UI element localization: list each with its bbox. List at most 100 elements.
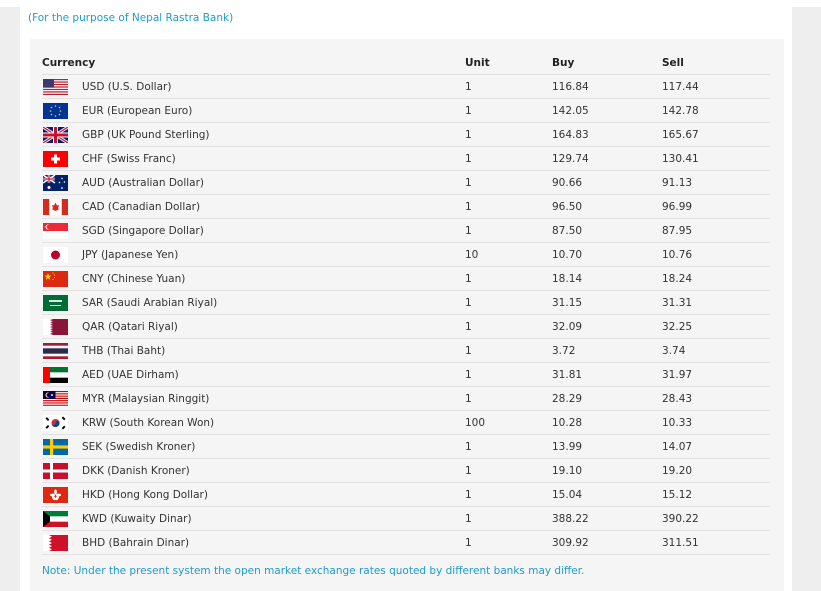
unit-cell: 1 (465, 434, 552, 459)
buy-rate-cell: 309.92 (552, 530, 662, 555)
currency-name: AED (UAE Dirham) (82, 368, 179, 381)
table-row: CHF (Swiss Franc) 1 129.74 130.41 (42, 146, 770, 171)
unit-cell: 1 (465, 194, 552, 219)
currency-name: GBP (UK Pound Sterling) (82, 128, 210, 141)
table-header-row: Currency Unit Buy Sell (42, 52, 770, 75)
table-row: CNY (Chinese Yuan) 1 18.14 18.24 (42, 266, 770, 291)
currency-name: USD (U.S. Dollar) (82, 80, 172, 93)
currency-name: SGD (Singapore Dollar) (82, 224, 204, 237)
buy-rate-cell: 96.50 (552, 194, 662, 219)
table-row: AUD (Australian Dollar) 1 90.66 91.13 (42, 170, 770, 195)
sell-rate-cell: 19.20 (662, 458, 770, 483)
buy-rate-cell: 32.09 (552, 314, 662, 339)
kw-flag-icon (43, 510, 68, 527)
currency-name: CAD (Canadian Dollar) (82, 200, 201, 213)
ae-flag-icon (43, 366, 68, 383)
currency-cell: AED (UAE Dirham) (42, 362, 465, 387)
unit-cell: 1 (465, 362, 552, 387)
buy-rate-cell: 116.84 (552, 74, 662, 99)
hk-flag-icon (43, 486, 68, 503)
currency-cell: DKK (Danish Kroner) (42, 458, 465, 483)
table-row: EUR (European Euro) 1 142.05 142.78 (42, 98, 770, 123)
buy-rate-cell: 19.10 (552, 458, 662, 483)
currency-name: QAR (Qatari Riyal) (82, 320, 178, 333)
currency-name: HKD (Hong Kong Dollar) (82, 488, 208, 501)
currency-name: CHF (Swiss Franc) (82, 152, 176, 165)
purpose-caption: (For the purpose of Nepal Rastra Bank) (28, 12, 234, 24)
currency-name: SAR (Saudi Arabian Riyal) (82, 296, 218, 309)
buy-rate-cell: 87.50 (552, 218, 662, 243)
sell-rate-cell: 31.97 (662, 362, 770, 387)
currency-name: KWD (Kuwaity Dinar) (82, 512, 192, 525)
unit-cell: 1 (465, 530, 552, 555)
currency-name: JPY (Japanese Yen) (82, 248, 179, 261)
unit-cell: 1 (465, 74, 552, 99)
se-flag-icon (43, 438, 68, 455)
buy-rate-cell: 10.70 (552, 242, 662, 267)
buy-rate-cell: 31.81 (552, 362, 662, 387)
currency-cell: MYR (Malaysian Ringgit) (42, 386, 465, 411)
eu-flag-icon (43, 102, 68, 119)
currency-cell: SAR (Saudi Arabian Riyal) (42, 290, 465, 315)
unit-cell: 1 (465, 218, 552, 243)
unit-cell: 1 (465, 506, 552, 531)
currency-cell: CHF (Swiss Franc) (42, 146, 465, 171)
sell-rate-cell: 3.74 (662, 338, 770, 363)
buy-rate-cell: 31.15 (552, 290, 662, 315)
currency-cell: GBP (UK Pound Sterling) (42, 122, 465, 147)
sell-rate-cell: 31.31 (662, 290, 770, 315)
currency-cell: JPY (Japanese Yen) (42, 242, 465, 267)
buy-rate-cell: 13.99 (552, 434, 662, 459)
currency-cell: BHD (Bahrain Dinar) (42, 530, 465, 555)
table-row: MYR (Malaysian Ringgit) 1 28.29 28.43 (42, 386, 770, 411)
sell-rate-cell: 32.25 (662, 314, 770, 339)
currency-cell: USD (U.S. Dollar) (42, 74, 465, 99)
sell-rate-cell: 15.12 (662, 482, 770, 507)
table-row: SGD (Singapore Dollar) 1 87.50 87.95 (42, 218, 770, 243)
rates-table-container: Currency Unit Buy Sell USD (U.S. Dollar)… (30, 39, 784, 591)
my-flag-icon (43, 390, 68, 407)
buy-rate-cell: 164.83 (552, 122, 662, 147)
ch-flag-icon (43, 150, 68, 167)
buy-rate-cell: 388.22 (552, 506, 662, 531)
unit-cell: 1 (465, 458, 552, 483)
table-row: USD (U.S. Dollar) 1 116.84 117.44 (42, 74, 770, 99)
unit-cell: 1 (465, 122, 552, 147)
kr-flag-icon (43, 414, 68, 431)
table-row: DKK (Danish Kroner) 1 19.10 19.20 (42, 458, 770, 483)
table-row: AED (UAE Dirham) 1 31.81 31.97 (42, 362, 770, 387)
currency-cell: CAD (Canadian Dollar) (42, 194, 465, 219)
column-header-currency: Currency (42, 52, 465, 75)
sa-flag-icon (43, 294, 68, 311)
unit-cell: 1 (465, 482, 552, 507)
unit-cell: 1 (465, 266, 552, 291)
table-row: HKD (Hong Kong Dollar) 1 15.04 15.12 (42, 482, 770, 507)
unit-cell: 1 (465, 338, 552, 363)
currency-cell: EUR (European Euro) (42, 98, 465, 123)
currency-cell: CNY (Chinese Yuan) (42, 266, 465, 291)
unit-cell: 10 (465, 242, 552, 267)
unit-cell: 1 (465, 146, 552, 171)
column-header-unit: Unit (465, 52, 552, 75)
table-row: KWD (Kuwaity Dinar) 1 388.22 390.22 (42, 506, 770, 531)
exchange-rates-table: Currency Unit Buy Sell USD (U.S. Dollar)… (42, 52, 770, 555)
table-row: BHD (Bahrain Dinar) 1 309.92 311.51 (42, 530, 770, 555)
sell-rate-cell: 91.13 (662, 170, 770, 195)
unit-cell: 1 (465, 290, 552, 315)
currency-name: EUR (European Euro) (82, 104, 193, 117)
currency-cell: HKD (Hong Kong Dollar) (42, 482, 465, 507)
cn-flag-icon (43, 270, 68, 287)
sell-rate-cell: 10.76 (662, 242, 770, 267)
currency-name: KRW (South Korean Won) (82, 416, 215, 429)
unit-cell: 1 (465, 170, 552, 195)
table-row: SEK (Swedish Kroner) 1 13.99 14.07 (42, 434, 770, 459)
sell-rate-cell: 10.33 (662, 410, 770, 435)
currency-name: THB (Thai Baht) (82, 344, 166, 357)
currency-name: AUD (Australian Dollar) (82, 176, 205, 189)
bh-flag-icon (43, 534, 68, 551)
unit-cell: 1 (465, 314, 552, 339)
currency-name: SEK (Swedish Kroner) (82, 440, 196, 453)
th-flag-icon (43, 342, 68, 359)
footer-note: Note: Under the present system the open … (42, 565, 585, 577)
buy-rate-cell: 3.72 (552, 338, 662, 363)
